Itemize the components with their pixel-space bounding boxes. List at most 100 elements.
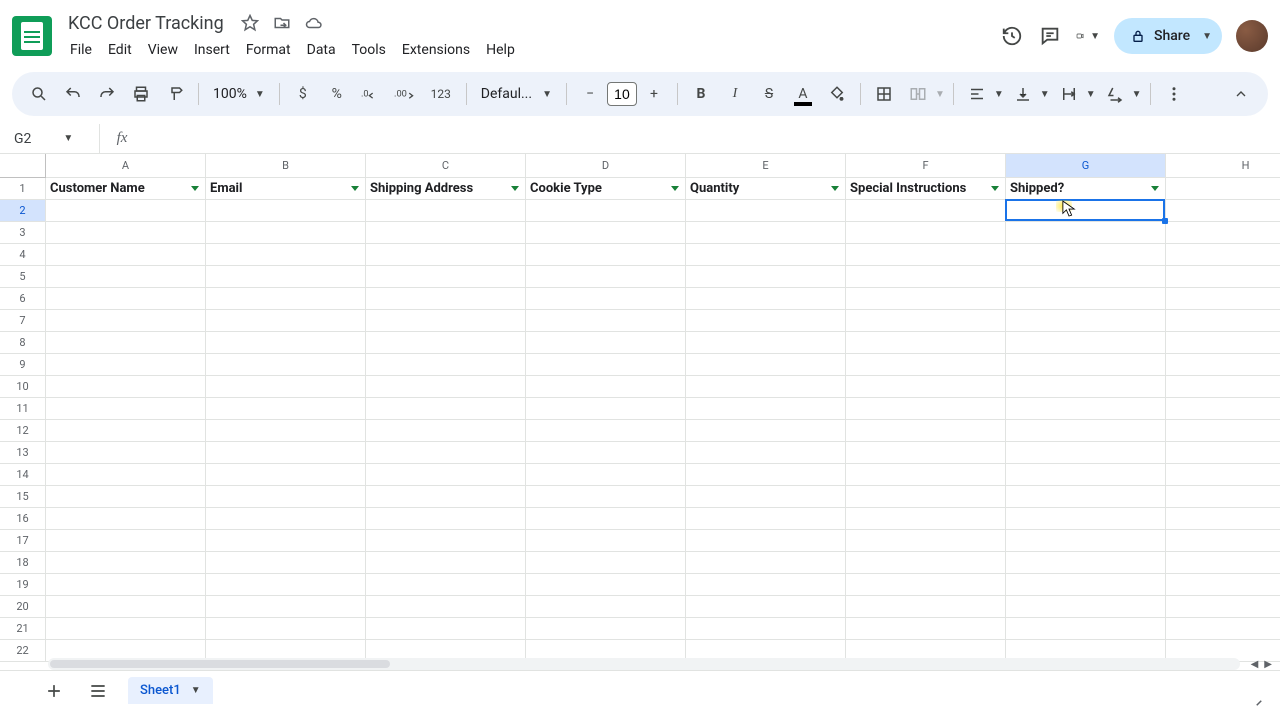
cell[interactable] [206, 420, 366, 442]
cell[interactable] [366, 354, 526, 376]
sheets-app-icon[interactable] [12, 16, 52, 56]
cell[interactable] [366, 552, 526, 574]
cell[interactable] [366, 332, 526, 354]
borders-button[interactable] [869, 79, 899, 109]
cell[interactable] [366, 376, 526, 398]
cell[interactable] [46, 310, 206, 332]
filter-icon[interactable] [191, 186, 199, 191]
cell[interactable] [46, 266, 206, 288]
cell[interactable] [1006, 618, 1166, 640]
cell[interactable] [1006, 574, 1166, 596]
column-header-E[interactable]: E [686, 154, 846, 178]
cell[interactable] [1166, 178, 1280, 200]
cell[interactable] [686, 420, 846, 442]
cell[interactable] [1166, 376, 1280, 398]
cell[interactable] [46, 486, 206, 508]
cell[interactable]: Shipped? [1006, 178, 1166, 200]
percent-format-button[interactable]: % [322, 79, 352, 109]
cell[interactable] [366, 442, 526, 464]
row-header-8[interactable]: 8 [0, 332, 46, 354]
cell[interactable] [846, 398, 1006, 420]
horizontal-scrollbar[interactable] [48, 658, 1240, 670]
cell[interactable] [1166, 596, 1280, 618]
row-header-21[interactable]: 21 [0, 618, 46, 640]
paint-format-icon[interactable] [160, 79, 190, 109]
cell[interactable] [46, 200, 206, 222]
history-icon[interactable] [1000, 24, 1024, 48]
cell[interactable] [846, 266, 1006, 288]
filter-icon[interactable] [351, 186, 359, 191]
column-header-A[interactable]: A [46, 154, 206, 178]
cell[interactable] [686, 574, 846, 596]
cell[interactable] [526, 244, 686, 266]
cell[interactable] [526, 376, 686, 398]
search-menus-icon[interactable] [24, 79, 54, 109]
cell[interactable] [46, 420, 206, 442]
cell[interactable] [366, 222, 526, 244]
cell[interactable] [206, 552, 366, 574]
cell[interactable] [206, 222, 366, 244]
row-header-11[interactable]: 11 [0, 398, 46, 420]
row-header-2[interactable]: 2 [0, 200, 46, 222]
cell[interactable] [846, 618, 1006, 640]
menu-edit[interactable]: Edit [100, 38, 140, 62]
move-icon[interactable] [272, 13, 292, 33]
name-box[interactable]: G2▼ [0, 124, 100, 153]
cell[interactable] [686, 266, 846, 288]
cell[interactable] [206, 442, 366, 464]
cell[interactable] [206, 288, 366, 310]
cell[interactable] [846, 486, 1006, 508]
column-header-H[interactable]: H [1166, 154, 1280, 178]
column-header-F[interactable]: F [846, 154, 1006, 178]
cell[interactable] [686, 464, 846, 486]
cell[interactable] [366, 310, 526, 332]
cell[interactable] [1166, 266, 1280, 288]
cell[interactable] [686, 442, 846, 464]
cell[interactable] [46, 596, 206, 618]
cell[interactable] [206, 530, 366, 552]
cell[interactable] [1006, 442, 1166, 464]
share-button[interactable]: Share ▼ [1114, 18, 1222, 54]
cell[interactable] [1166, 288, 1280, 310]
cell[interactable]: Shipping Address [366, 178, 526, 200]
cell[interactable] [846, 332, 1006, 354]
cell[interactable] [1006, 486, 1166, 508]
cell[interactable] [1006, 596, 1166, 618]
row-header-9[interactable]: 9 [0, 354, 46, 376]
row-header-12[interactable]: 12 [0, 420, 46, 442]
cell[interactable] [686, 508, 846, 530]
cell[interactable] [1166, 464, 1280, 486]
add-sheet-button[interactable] [40, 677, 68, 705]
select-all-corner[interactable] [0, 154, 46, 178]
cell[interactable] [526, 486, 686, 508]
cell[interactable] [1166, 354, 1280, 376]
cell[interactable] [1166, 332, 1280, 354]
menu-format[interactable]: Format [238, 38, 299, 62]
cell[interactable] [846, 200, 1006, 222]
row-header-14[interactable]: 14 [0, 464, 46, 486]
cell[interactable]: Email [206, 178, 366, 200]
print-icon[interactable] [126, 79, 156, 109]
redo-icon[interactable] [92, 79, 122, 109]
cell[interactable] [526, 354, 686, 376]
cell[interactable] [686, 596, 846, 618]
cell[interactable] [206, 398, 366, 420]
cell[interactable] [1006, 332, 1166, 354]
row-header-3[interactable]: 3 [0, 222, 46, 244]
cell[interactable] [846, 552, 1006, 574]
cell[interactable] [526, 200, 686, 222]
cell[interactable] [1006, 376, 1166, 398]
cell[interactable] [206, 486, 366, 508]
cell[interactable] [46, 552, 206, 574]
decrease-font-size-button[interactable]: − [575, 79, 605, 109]
cell[interactable] [686, 244, 846, 266]
cell[interactable] [1166, 486, 1280, 508]
cell[interactable] [46, 508, 206, 530]
cell[interactable]: Quantity [686, 178, 846, 200]
cell[interactable] [846, 222, 1006, 244]
row-header-6[interactable]: 6 [0, 288, 46, 310]
zoom-select[interactable]: 100%▼ [207, 86, 271, 102]
cell[interactable] [846, 376, 1006, 398]
cell[interactable] [846, 244, 1006, 266]
bold-button[interactable]: B [686, 79, 716, 109]
